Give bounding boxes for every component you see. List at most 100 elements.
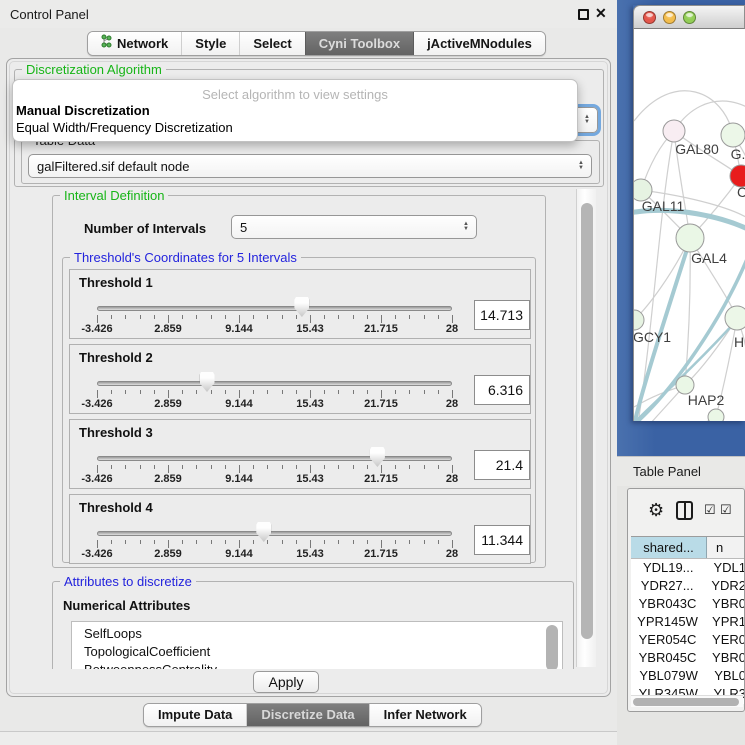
node-top-right[interactable] [721,123,745,147]
cell-name: YBR0 [704,595,745,613]
H-node[interactable] [725,306,745,330]
algorithm-option-manual[interactable]: Manual Discretization [16,103,150,118]
tick-mark [267,390,268,394]
tick-label: 21.715 [364,398,398,410]
cell-name: YBL0 [706,667,745,685]
tick-label: 28 [446,473,458,485]
threshold-value-field[interactable]: 21.4 [474,450,530,480]
GAL4-node[interactable] [676,224,704,252]
list-scrollbar-thumb[interactable] [546,625,558,669]
table-row[interactable]: YDL19...YDL1 [631,559,745,577]
tick-mark [125,315,126,319]
slider-track[interactable] [97,456,452,461]
number-of-intervals-combo[interactable]: 5 ▲▼ [231,215,477,239]
minimize-traffic-light-icon[interactable] [663,11,676,24]
tab-impute-data[interactable]: Impute Data [144,704,246,726]
close-icon[interactable]: ✕ [595,5,607,22]
threshold-3-slider[interactable]: -3.4262.8599.14415.4321.71528 [97,446,452,488]
tab-cyni-toolbox[interactable]: Cyni Toolbox [305,32,413,55]
attribute-item[interactable]: BetweennessCentrality [84,661,562,669]
tick-mark [140,315,141,319]
table-row[interactable]: YER054CYER0 [631,631,745,649]
table-row[interactable]: YDR27...YDR2 [631,577,745,595]
threshold-4-slider[interactable]: -3.4262.8599.14415.4321.71528 [97,521,452,563]
tick-label: 21.715 [364,548,398,560]
stepper-icon: ▲▼ [463,216,469,238]
tick-label: 2.859 [154,323,182,335]
apply-button[interactable]: Apply [253,671,319,693]
cell-name: YDR2 [703,577,745,595]
tick-mark [168,390,169,398]
table-data-group: Table Data galFiltered.sif default node … [21,140,600,184]
close-traffic-light-icon[interactable] [643,11,656,24]
tick-mark [239,315,240,323]
table-data-combo[interactable]: galFiltered.sif default node ▲▼ [28,154,592,178]
column-header-name[interactable]: n [708,537,745,559]
slider-thumb[interactable] [256,522,271,542]
settings-scrollbar[interactable] [576,189,596,667]
tick-mark [182,465,183,469]
table-row[interactable]: YBL079WYBL0 [631,667,745,685]
zoom-traffic-light-icon[interactable] [683,11,696,24]
network-window-titlebar[interactable] [633,5,745,29]
threshold-value-field[interactable]: 14.713 [474,300,530,330]
network-canvas[interactable]: GAL80G.CGAL11GAL4GCY1HHAP2 [633,29,745,421]
checkbox-icon[interactable]: ☑ [720,502,732,518]
gear-icon[interactable]: ⚙ [648,500,664,521]
slider-thumb[interactable] [370,447,385,467]
table-hscrollbar[interactable] [631,695,743,707]
tick-mark [296,315,297,319]
tick-label: 28 [446,548,458,560]
table-panel-header: Table Panel [617,456,745,486]
tick-mark [310,315,311,323]
tick-mark [211,315,212,319]
tick-mark [409,540,410,544]
float-window-icon[interactable] [578,9,589,20]
tick-mark [182,540,183,544]
tick-mark [353,465,354,469]
number-of-intervals-value: 5 [240,220,247,235]
checkbox-icon[interactable]: ☑ [704,502,716,518]
threshold-value-field[interactable]: 6.316 [474,375,530,405]
control-panel: Control Panel ✕ NetworkStyleSelectCyni T… [0,0,617,745]
tab-jactivemnodules[interactable]: jActiveMNodules [413,32,545,55]
tick-label: 15.43 [296,323,324,335]
slider-thumb[interactable] [200,372,215,392]
tab-discretize-data[interactable]: Discretize Data [246,704,368,726]
settings-scrollbar-thumb[interactable] [581,203,593,639]
GAL80-node[interactable] [663,120,685,142]
tab-infer-network[interactable]: Infer Network [369,704,481,726]
tick-mark [296,540,297,544]
tick-mark [324,465,325,469]
slider-thumb[interactable] [294,297,309,317]
tick-mark [253,540,254,544]
GCY1-node[interactable] [634,310,644,330]
threshold-1-slider[interactable]: -3.4262.8599.14415.4321.71528 [97,296,452,338]
node-bottom[interactable] [708,409,724,421]
tab-style[interactable]: Style [181,32,239,55]
slider-track[interactable] [97,381,452,386]
table-row[interactable]: YPR145WYPR1 [631,613,745,631]
attribute-item[interactable]: TopologicalCoefficient [84,643,562,661]
threshold-2-slider[interactable]: -3.4262.8599.14415.4321.71528 [97,371,452,413]
column-header-shared-name[interactable]: shared... [631,537,707,559]
numerical-attributes-list[interactable]: SelfLoopsTopologicalCoefficientBetweenne… [71,621,563,669]
algorithm-option-equal-width[interactable]: Equal Width/Frequency Discretization [16,120,233,135]
tick-mark [338,315,339,319]
attribute-item[interactable]: SelfLoops [84,625,562,643]
tab-network[interactable]: Network [88,32,181,55]
slider-track[interactable] [97,306,452,311]
table-row[interactable]: YBR043CYBR0 [631,595,745,613]
table-row[interactable]: YBR045CYBR0 [631,649,745,667]
tick-mark [182,315,183,319]
threshold-value-field[interactable]: 11.344 [474,525,530,555]
node-label-GAL80: GAL80 [675,141,719,157]
interval-definition-title: Interval Definition [60,188,168,203]
slider-track[interactable] [97,531,452,536]
table-hscrollbar-thumb[interactable] [633,698,739,706]
cell-name: YPR1 [704,613,745,631]
columns-icon[interactable] [676,501,693,520]
tick-mark [452,540,453,548]
tick-mark [211,540,212,544]
tab-select[interactable]: Select [239,32,304,55]
